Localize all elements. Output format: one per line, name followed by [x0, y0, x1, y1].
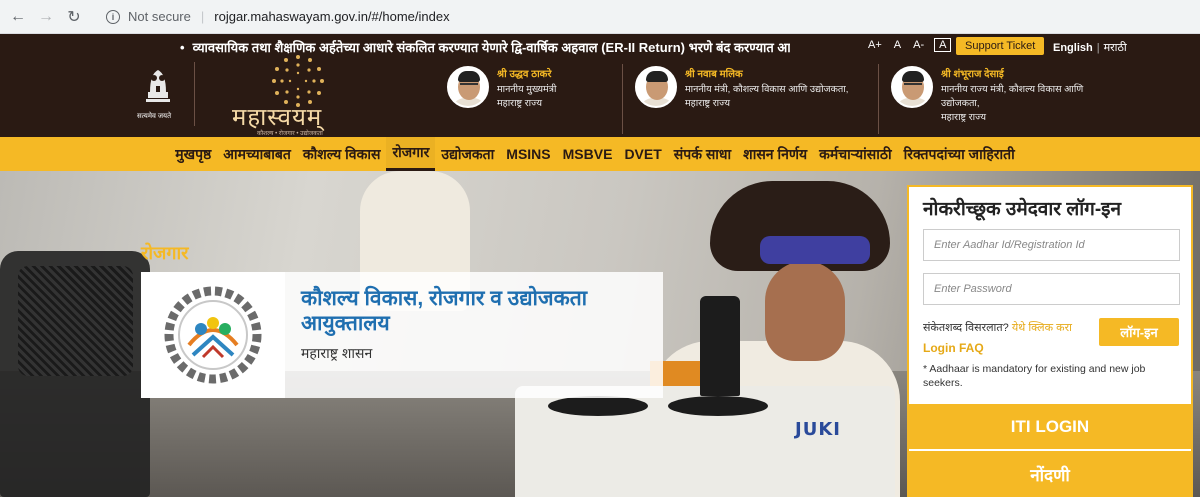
- font-size-controls: A+ A A- A: [866, 38, 952, 52]
- minister-role: उद्योजकता,: [941, 98, 980, 109]
- forgot-password-label: संकेतशब्द विसरलात?: [923, 322, 1009, 334]
- minister-name: श्री नवाब मलिक: [685, 69, 743, 80]
- minister-role: माननीय मुख्यमंत्री: [497, 84, 557, 95]
- login-title: नोकरीच्छूक उमेदवार लॉग-इन: [923, 199, 1122, 220]
- forgot-password-text: संकेतशब्द विसरलात? येथे क्लिक करा: [923, 320, 1072, 335]
- hero-machine-brand: JUKI: [795, 419, 841, 440]
- nav-entrepreneurship[interactable]: उद्योजकता: [435, 137, 500, 171]
- department-title-2: आयुक्तालय: [301, 312, 390, 335]
- browser-toolbar: ← → ↻ i Not secure | rojgar.mahaswayam.g…: [0, 0, 1200, 34]
- back-arrow-icon[interactable]: ←: [4, 3, 32, 31]
- minister-card-2: श्री नवाब मलिक माननीय मंत्री, कौशल्य विक…: [635, 66, 848, 111]
- minister-role: महाराष्ट्र राज्य: [941, 112, 987, 123]
- nav-contact[interactable]: संपर्क साधा: [668, 137, 737, 171]
- nav-government-resolutions[interactable]: शासन निर्णय: [737, 137, 813, 171]
- header-divider: [194, 62, 195, 126]
- department-subtitle: महाराष्ट्र शासन: [301, 345, 373, 361]
- site-header: • व्यावसायिक तथा शैक्षणिक अर्हतेच्या आधार…: [0, 34, 1200, 137]
- nav-msins[interactable]: MSINS: [500, 137, 556, 171]
- nav-vacancy-ads[interactable]: रिक्तपदांच्या जाहिराती: [898, 137, 1021, 171]
- avatar: [447, 66, 489, 108]
- minister-divider: [622, 64, 623, 134]
- url-text[interactable]: rojgar.mahaswayam.gov.in/#/home/index: [214, 9, 449, 24]
- login-button[interactable]: लॉग-इन: [1099, 318, 1179, 346]
- minister-role: महाराष्ट्र राज्य: [685, 98, 731, 109]
- nav-home[interactable]: मुखपृष्ठ: [169, 137, 217, 171]
- minister-divider: [878, 64, 879, 134]
- font-decrease-button[interactable]: A-: [911, 38, 926, 52]
- omnibox-separator: |: [200, 9, 205, 24]
- minister-name: श्री उद्धव ठाकरे: [497, 69, 552, 80]
- not-secure-label: Not secure: [128, 9, 191, 24]
- address-bar[interactable]: i Not secure | rojgar.mahaswayam.gov.in/…: [106, 4, 450, 30]
- aadhaar-note: * Aadhaar is mandatory for existing and …: [923, 363, 1146, 389]
- nav-employees[interactable]: कर्मचाऱ्यांसाठी: [813, 137, 898, 171]
- font-normal-button[interactable]: A: [892, 38, 903, 52]
- hero-chair-mesh: [18, 266, 133, 376]
- nav-msbve[interactable]: MSBVE: [557, 137, 619, 171]
- avatar: [635, 66, 677, 108]
- job-seeker-login-panel: नोकरीच्छूक उमेदवार लॉग-इन Enter Aadhar I…: [907, 185, 1193, 497]
- department-logo: [141, 272, 285, 398]
- lang-english[interactable]: English: [1053, 42, 1093, 54]
- contrast-button[interactable]: A: [934, 38, 952, 52]
- nav-employment[interactable]: रोजगार: [386, 137, 436, 171]
- password-input[interactable]: Enter Password: [923, 273, 1180, 305]
- hero-spool-plate: [548, 396, 648, 416]
- minister-card-1: श्री उद्धव ठाकरे माननीय मुख्यमंत्री महार…: [447, 66, 556, 111]
- support-ticket-button[interactable]: Support Ticket: [956, 37, 1045, 55]
- department-title: कौशल्य विकास, रोजगार व उद्योजकता: [301, 287, 588, 310]
- font-increase-button[interactable]: A+: [866, 38, 884, 52]
- nav-skill-development[interactable]: कौशल्य विकास: [297, 137, 387, 171]
- language-switch: English | मराठी: [1053, 40, 1127, 55]
- lang-divider: |: [1096, 42, 1100, 54]
- forgot-password-link[interactable]: येथे क्लिक करा: [1012, 322, 1072, 334]
- lang-marathi[interactable]: मराठी: [1104, 42, 1127, 54]
- nav-dvet[interactable]: DVET: [618, 137, 667, 171]
- aadhar-id-input[interactable]: Enter Aadhar Id/Registration Id: [923, 229, 1180, 261]
- minister-role: माननीय मंत्री, कौशल्य विकास आणि उद्योजकत…: [685, 84, 849, 95]
- department-card: कौशल्य विकास, रोजगार व उद्योजकता आयुक्ता…: [141, 272, 663, 398]
- logo-subtitle: कौशल्य • रोजगार • उद्योजकता: [257, 131, 323, 137]
- section-label: रोजगार: [141, 243, 189, 263]
- emblem-caption: सत्यमेव जयते: [137, 113, 172, 120]
- main-nav: मुखपृष्ठ आमच्याबाबत कौशल्य विकास रोजगार …: [0, 137, 1200, 171]
- avatar: [891, 66, 933, 108]
- department-gear-logo-icon: [164, 286, 262, 384]
- iti-login-button[interactable]: ITI LOGIN: [909, 404, 1191, 449]
- minister-role: माननीय राज्य मंत्री, कौशल्य विकास आणि: [941, 84, 1084, 95]
- hero-spool-plate: [668, 396, 768, 416]
- nav-about[interactable]: आमच्याबाबत: [217, 137, 297, 171]
- hero-thread-spool: [700, 296, 740, 396]
- login-faq-link[interactable]: Login FAQ: [923, 341, 984, 355]
- info-icon[interactable]: i: [106, 9, 120, 24]
- minister-name: श्री शंभूराज देसाई: [941, 69, 1004, 80]
- register-button[interactable]: नोंदणी: [909, 451, 1191, 497]
- reload-icon[interactable]: ↻: [60, 3, 88, 31]
- minister-role: महाराष्ट्र राज्य: [497, 98, 543, 109]
- forward-arrow-icon[interactable]: →: [32, 3, 60, 31]
- ticker-bullet: •: [180, 40, 185, 55]
- minister-card-3: श्री शंभूराज देसाई माननीय राज्य मंत्री, …: [891, 66, 1083, 125]
